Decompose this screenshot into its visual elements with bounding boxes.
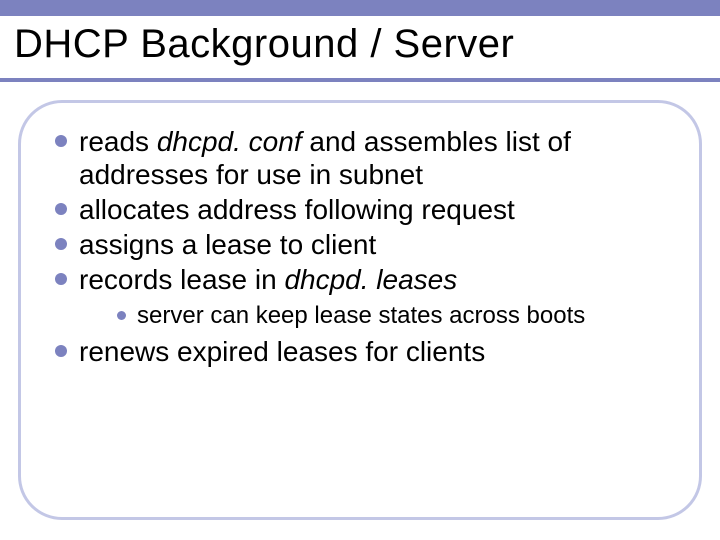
bullet-records: records lease in dhcpd. leases server ca… bbox=[53, 263, 671, 331]
bullet-list-level2: server can keep lease states across boot… bbox=[79, 302, 671, 331]
bullet-renews: renews expired leases for clients bbox=[53, 335, 671, 368]
bullet-list-level1: reads dhcpd. conf and assembles list of … bbox=[53, 125, 671, 368]
title-underline bbox=[0, 78, 720, 82]
text: allocates address following request bbox=[79, 194, 515, 225]
bullet-reads: reads dhcpd. conf and assembles list of … bbox=[53, 125, 671, 191]
emphasis-dhcpd-conf: dhcpd. conf bbox=[157, 126, 310, 157]
bullet-assigns: assigns a lease to client bbox=[53, 228, 671, 261]
sub-bullet-server-keep: server can keep lease states across boot… bbox=[117, 302, 671, 331]
text: renews expired leases for clients bbox=[79, 336, 485, 367]
slide: DHCP Background / Server reads dhcpd. co… bbox=[0, 0, 720, 540]
content-card: reads dhcpd. conf and assembles list of … bbox=[18, 100, 702, 520]
text: assigns a lease to client bbox=[79, 229, 376, 260]
text: records lease in bbox=[79, 264, 284, 295]
slide-title: DHCP Background / Server bbox=[14, 22, 514, 67]
emphasis-dhcpd-leases: dhcpd. leases bbox=[284, 264, 457, 295]
accent-top-band bbox=[0, 0, 720, 16]
text: reads bbox=[79, 126, 157, 157]
bullet-allocates: allocates address following request bbox=[53, 193, 671, 226]
text: server can keep lease states across boot… bbox=[137, 302, 585, 329]
